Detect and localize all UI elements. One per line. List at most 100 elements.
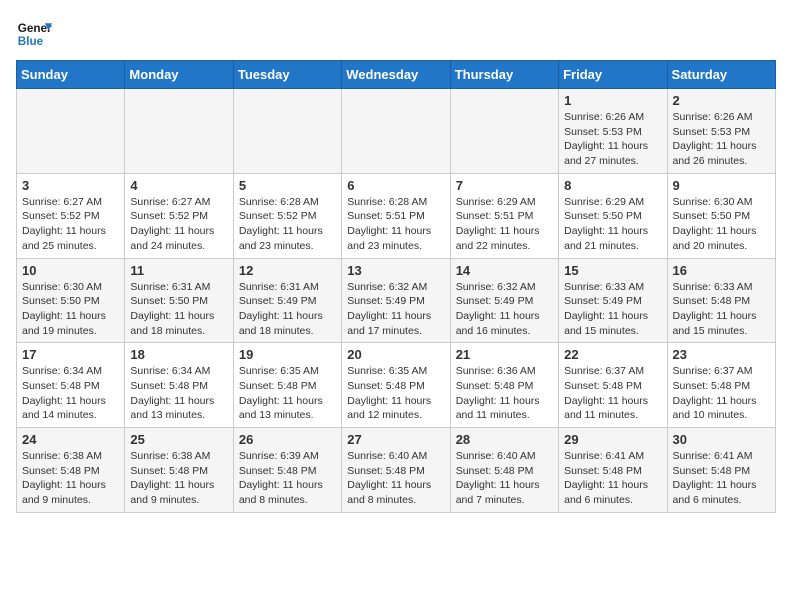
day-number: 23 [673,347,770,362]
sunrise-text: Sunrise: 6:37 AM [564,364,661,379]
sunset-text: Sunset: 5:48 PM [673,294,770,309]
sunrise-text: Sunrise: 6:29 AM [564,195,661,210]
calendar-cell: 22Sunrise: 6:37 AMSunset: 5:48 PMDayligh… [559,343,667,428]
cell-content: Sunrise: 6:41 AMSunset: 5:48 PMDaylight:… [673,449,770,508]
weekday-header-monday: Monday [125,61,233,89]
sunset-text: Sunset: 5:48 PM [456,464,553,479]
calendar-cell: 11Sunrise: 6:31 AMSunset: 5:50 PMDayligh… [125,258,233,343]
sunrise-text: Sunrise: 6:28 AM [239,195,336,210]
calendar-cell: 20Sunrise: 6:35 AMSunset: 5:48 PMDayligh… [342,343,450,428]
cell-content: Sunrise: 6:40 AMSunset: 5:48 PMDaylight:… [347,449,444,508]
calendar-cell: 1 Sunrise: 6:26 AMSunset: 5:53 PMDaylight… [559,89,667,174]
sunrise-text: Sunrise: 6:32 AM [347,280,444,295]
sunset-text: Sunset: 5:48 PM [564,464,661,479]
calendar-week-2: 3Sunrise: 6:27 AMSunset: 5:52 PMDaylight… [17,173,776,258]
calendar-cell: 29Sunrise: 6:41 AMSunset: 5:48 PMDayligh… [559,428,667,513]
sunset-text: Sunset: 5:48 PM [673,379,770,394]
cell-content: Sunrise: 6:33 AMSunset: 5:48 PMDaylight:… [673,280,770,339]
sunset-text: Sunset: 5:51 PM [456,209,553,224]
calendar-cell: 26 Sunrise: 6:39 AMSunset: 5:48 PMDayligh… [233,428,341,513]
day-number: 2 [673,93,770,108]
calendar-cell: 4Sunrise: 6:27 AMSunset: 5:52 PMDaylight… [125,173,233,258]
day-number: 7 [456,178,553,193]
calendar-cell: 16Sunrise: 6:33 AMSunset: 5:48 PMDayligh… [667,258,775,343]
sunrise-text: Sunrise: 6:34 AM [22,364,119,379]
cell-content: Sunrise: 6:28 AMSunset: 5:51 PMDaylight:… [347,195,444,254]
calendar-cell [17,89,125,174]
sunrise-text: Sunrise: 6:36 AM [456,364,553,379]
calendar-cell: 24Sunrise: 6:38 AMSunset: 5:48 PMDayligh… [17,428,125,513]
calendar-cell: 21Sunrise: 6:36 AMSunset: 5:48 PMDayligh… [450,343,558,428]
daylight-text: Daylight: 11 hours and 7 minutes. [456,478,553,507]
calendar-week-5: 24 Sunrise: 6:38 AMSunset: 5:48 PMDayligh… [17,428,776,513]
daylight-text: Daylight: 11 hours and 6 minutes. [564,478,661,507]
daylight-text: Daylight: 11 hours and 15 minutes. [673,309,770,338]
day-number: 24 [22,432,119,447]
daylight-text: Daylight: 11 hours and 23 minutes. [239,224,336,253]
cell-content: Sunrise: 6:36 AMSunset: 5:48 PMDaylight:… [456,364,553,423]
sunset-text: Sunset: 5:53 PM [673,125,770,140]
calendar-cell: 19Sunrise: 6:35 AMSunset: 5:48 PMDayligh… [233,343,341,428]
sunrise-text: Sunrise: 6:26 AM [564,110,661,125]
day-number: 19 [239,347,336,362]
cell-content: Sunrise: 6:34 AMSunset: 5:48 PMDaylight:… [130,364,227,423]
cell-content: Sunrise: 6:30 AMSunset: 5:50 PMDaylight:… [22,280,119,339]
cell-content: Sunrise: 6:40 AMSunset: 5:48 PMDaylight:… [456,449,553,508]
cell-content: Sunrise: 6:29 AMSunset: 5:51 PMDaylight:… [456,195,553,254]
sunrise-text: Sunrise: 6:30 AM [22,280,119,295]
day-number: 26 [239,432,336,447]
day-number: 27 [347,432,444,447]
day-number: 20 [347,347,444,362]
cell-content: Sunrise: 6:39 AMSunset: 5:48 PMDaylight:… [239,449,336,508]
calendar-header-row: SundayMondayTuesdayWednesdayThursdayFrid… [17,61,776,89]
sunset-text: Sunset: 5:52 PM [130,209,227,224]
cell-content: Sunrise: 6:27 AMSunset: 5:52 PMDaylight:… [130,195,227,254]
calendar-cell: 14Sunrise: 6:32 AMSunset: 5:49 PMDayligh… [450,258,558,343]
sunset-text: Sunset: 5:49 PM [347,294,444,309]
day-number: 1 [564,93,661,108]
sunset-text: Sunset: 5:50 PM [22,294,119,309]
calendar-cell [450,89,558,174]
sunrise-text: Sunrise: 6:28 AM [347,195,444,210]
sunset-text: Sunset: 5:48 PM [347,379,444,394]
sunrise-text: Sunrise: 6:40 AM [347,449,444,464]
sunrise-text: Sunrise: 6:31 AM [239,280,336,295]
sunrise-text: Sunrise: 6:41 AM [673,449,770,464]
day-number: 9 [673,178,770,193]
sunset-text: Sunset: 5:50 PM [130,294,227,309]
daylight-text: Daylight: 11 hours and 15 minutes. [564,309,661,338]
sunrise-text: Sunrise: 6:32 AM [456,280,553,295]
calendar-cell: 30Sunrise: 6:41 AMSunset: 5:48 PMDayligh… [667,428,775,513]
weekday-header-wednesday: Wednesday [342,61,450,89]
sunset-text: Sunset: 5:50 PM [564,209,661,224]
daylight-text: Daylight: 11 hours and 10 minutes. [673,394,770,423]
calendar-cell: 23 Sunrise: 6:37 AMSunset: 5:48 PMDayligh… [667,343,775,428]
cell-content: Sunrise: 6:26 AMSunset: 5:53 PMDaylight:… [564,110,661,169]
cell-content: Sunrise: 6:37 AMSunset: 5:48 PMDaylight:… [673,364,770,423]
day-number: 25 [130,432,227,447]
calendar-cell [125,89,233,174]
sunrise-text: Sunrise: 6:29 AM [456,195,553,210]
daylight-text: Daylight: 11 hours and 27 minutes. [564,139,661,168]
weekday-header-thursday: Thursday [450,61,558,89]
sunset-text: Sunset: 5:52 PM [239,209,336,224]
sunrise-text: Sunrise: 6:30 AM [673,195,770,210]
sunrise-text: Sunrise: 6:31 AM [130,280,227,295]
day-number: 17 [22,347,119,362]
day-number: 10 [22,263,119,278]
sunset-text: Sunset: 5:48 PM [347,464,444,479]
sunset-text: Sunset: 5:51 PM [347,209,444,224]
calendar-week-3: 10Sunrise: 6:30 AMSunset: 5:50 PMDayligh… [17,258,776,343]
daylight-text: Daylight: 11 hours and 21 minutes. [564,224,661,253]
daylight-text: Daylight: 11 hours and 9 minutes. [130,478,227,507]
daylight-text: Daylight: 11 hours and 25 minutes. [22,224,119,253]
day-number: 13 [347,263,444,278]
cell-content: Sunrise: 6:41 AMSunset: 5:48 PMDaylight:… [564,449,661,508]
calendar-cell: 25 Sunrise: 6:38 AMSunset: 5:48 PMDayligh… [125,428,233,513]
cell-content: Sunrise: 6:38 AMSunset: 5:48 PMDaylight:… [130,449,227,508]
daylight-text: Daylight: 11 hours and 24 minutes. [130,224,227,253]
sunrise-text: Sunrise: 6:27 AM [22,195,119,210]
sunset-text: Sunset: 5:48 PM [130,379,227,394]
calendar-cell: 18Sunrise: 6:34 AMSunset: 5:48 PMDayligh… [125,343,233,428]
sunrise-text: Sunrise: 6:41 AM [564,449,661,464]
